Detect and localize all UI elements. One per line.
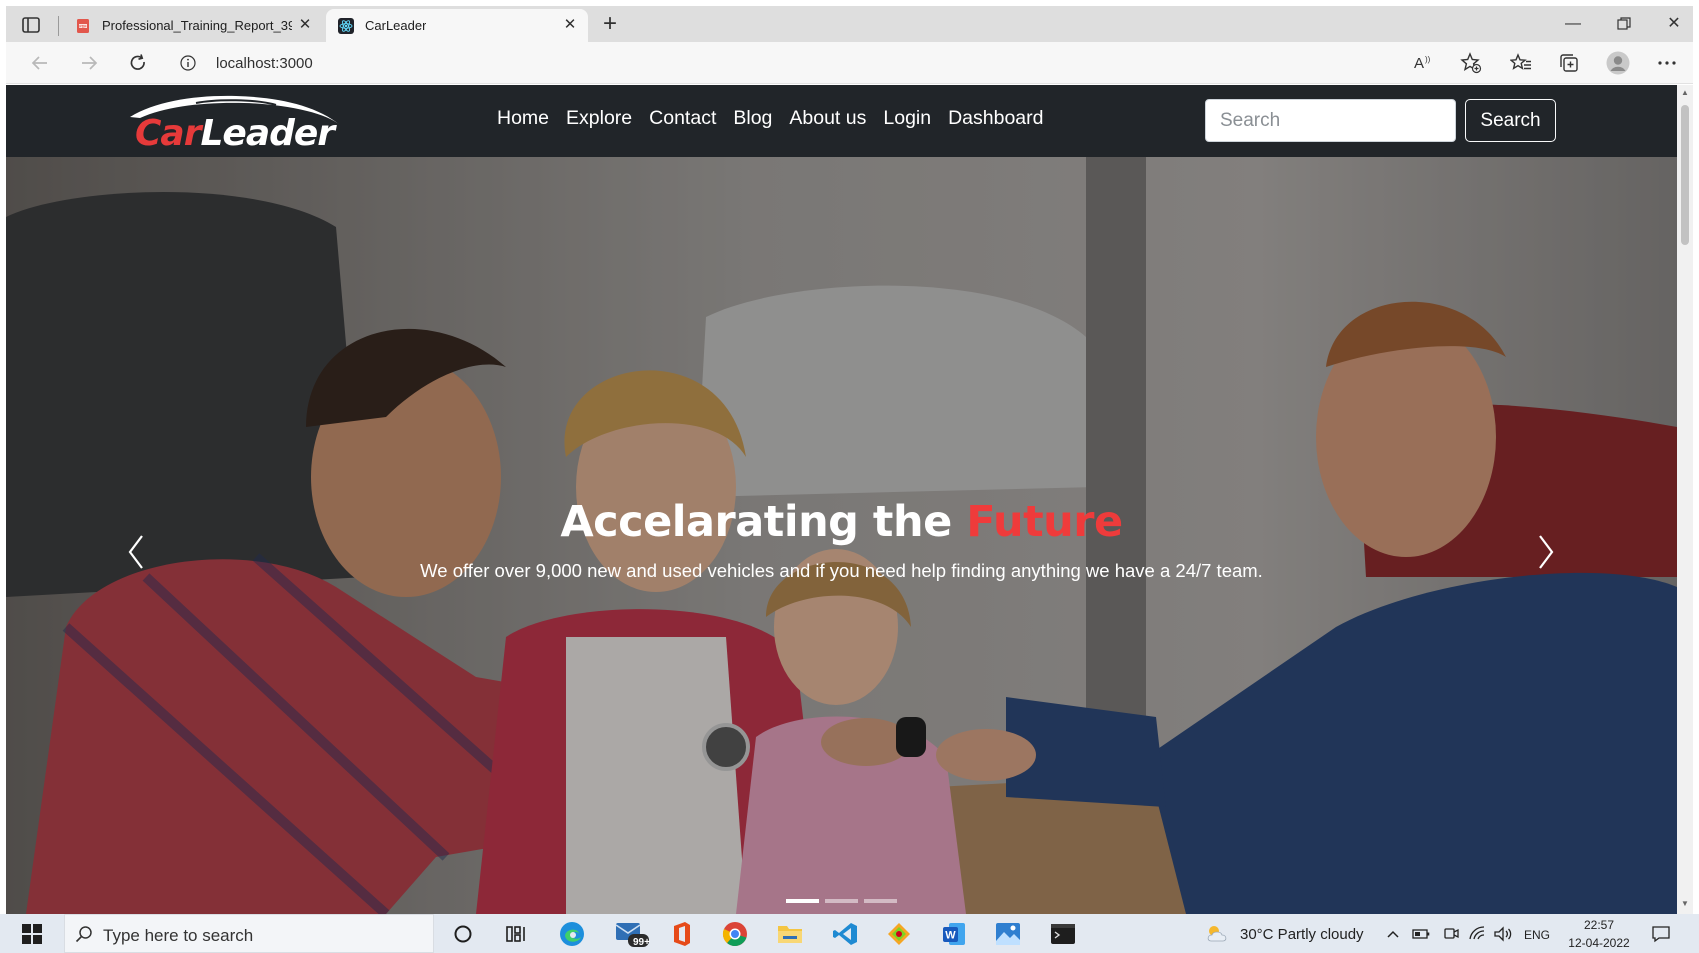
svg-text:A: A [1414,55,1424,72]
hero-carousel: Accelarating the Future We offer over 9,… [6,157,1677,914]
tab-title: Professional_Training_Report_39 [102,18,292,33]
nav-about-us[interactable]: About us [789,107,866,130]
mail-badge: 99+ [633,937,650,948]
svg-text:W: W [945,930,956,942]
taskbar-search-box[interactable]: Type here to search [64,914,434,953]
tab-title: CarLeader [365,18,427,33]
nav-dashboard[interactable]: Dashboard [948,107,1043,130]
minimize-icon[interactable]: — [1558,12,1588,36]
nav-home[interactable]: Home [497,107,549,130]
nav-login[interactable]: Login [883,107,931,130]
browser-toolbar: localhost:3000 A)) [6,42,1693,84]
back-icon[interactable] [27,50,53,76]
add-favorite-icon[interactable] [1458,50,1484,76]
word-icon[interactable]: W [939,919,969,949]
battery-icon[interactable] [1410,919,1432,949]
terminal-icon[interactable] [1048,919,1078,949]
carousel-indicators [786,899,897,903]
nav-blog[interactable]: Blog [733,107,772,130]
vscode-icon[interactable] [830,919,860,949]
windows-start-icon[interactable] [22,924,42,944]
more-options-icon[interactable] [1654,50,1680,76]
browser-window: PDF Professional_Training_Report_39 ✕ Ca… [6,6,1693,914]
office-icon[interactable] [667,919,697,949]
collections-icon[interactable] [1556,50,1582,76]
chrome-icon[interactable] [720,919,750,949]
favorites-icon[interactable] [1508,50,1534,76]
language-indicator[interactable]: ENG [1524,928,1550,942]
hero-title-accent: Future [966,497,1123,547]
pdf-icon: PDF [77,18,89,33]
scroll-down-icon[interactable]: ▼ [1681,900,1689,908]
tab-pdf-report[interactable]: PDF Professional_Training_Report_39 ✕ [63,9,323,42]
volume-icon[interactable] [1492,919,1514,949]
task-view-icon[interactable] [502,919,532,949]
main-nav: Home Explore Contact Blog About us Login… [497,107,1044,130]
photos-icon[interactable] [993,919,1023,949]
show-hidden-icons-icon[interactable] [1383,919,1403,949]
search-button[interactable]: Search [1465,99,1556,142]
hero-subtitle: We offer over 9,000 new and used vehicle… [420,560,1263,581]
clock-time[interactable]: 22:57 [1564,918,1634,932]
restore-icon[interactable] [1609,12,1639,36]
svg-text:PDF: PDF [79,24,87,28]
carousel-prev-icon[interactable] [116,522,156,582]
tab-actions-icon[interactable] [20,15,42,35]
site-info-icon[interactable] [180,55,196,71]
weather-text[interactable]: 30°C Partly cloudy [1240,926,1364,943]
tab-separator [58,16,59,36]
carousel-indicator-2[interactable] [825,899,858,903]
refresh-icon[interactable] [125,50,151,76]
weather-icon[interactable] [1204,919,1230,949]
close-window-icon[interactable]: ✕ [1659,12,1689,36]
edge-browser-icon[interactable] [557,919,587,949]
notifications-icon[interactable] [1648,919,1674,949]
tab-strip: PDF Professional_Training_Report_39 ✕ Ca… [6,6,1693,42]
tab-carleader[interactable]: CarLeader ✕ [326,9,588,42]
url-text: localhost:3000 [216,55,313,72]
nav-explore[interactable]: Explore [566,107,632,130]
close-tab-icon[interactable]: ✕ [297,17,313,33]
file-explorer-icon[interactable] [775,919,805,949]
new-tab-icon[interactable]: + [599,12,621,36]
meet-now-icon[interactable] [1440,919,1462,949]
taskbar-search-placeholder: Type here to search [103,926,254,945]
react-icon [338,17,354,34]
nav-contact[interactable]: Contact [649,107,716,130]
scroll-thumb[interactable] [1681,105,1689,245]
hero-title: Accelarating the Future [560,497,1123,547]
carleader-logo[interactable]: CarLeader [126,91,346,154]
site-navbar: CarLeader Home Explore Contact Blog Abou… [6,85,1677,157]
carousel-indicator-3[interactable] [864,899,897,903]
carleader-page: CarLeader Home Explore Contact Blog Abou… [6,85,1677,914]
profile-avatar-icon[interactable] [1605,50,1631,76]
search-icon [75,926,92,943]
address-bar[interactable]: localhost:3000 [164,46,1404,80]
forward-icon[interactable] [76,50,102,76]
mail-icon[interactable]: 99+ [612,919,652,949]
carousel-indicator-1[interactable] [786,899,819,903]
page-scrollbar[interactable]: ▲ ▼ [1677,85,1693,914]
windows-taskbar: Type here to search 99+ W 30°C Partly cl… [0,914,1699,953]
clock-date[interactable]: 12-04-2022 [1564,936,1634,950]
search-input[interactable] [1205,99,1456,142]
git-client-icon[interactable] [884,919,914,949]
read-aloud-icon[interactable]: A)) [1410,50,1436,76]
close-tab-icon[interactable]: ✕ [562,17,578,33]
wifi-icon[interactable] [1467,919,1489,949]
scroll-up-icon[interactable]: ▲ [1681,89,1689,97]
carousel-next-icon[interactable] [1526,522,1566,582]
logo-wordmark: CarLeader [135,113,335,154]
cortana-icon[interactable] [448,919,478,949]
svg-text:)): )) [1425,55,1431,64]
